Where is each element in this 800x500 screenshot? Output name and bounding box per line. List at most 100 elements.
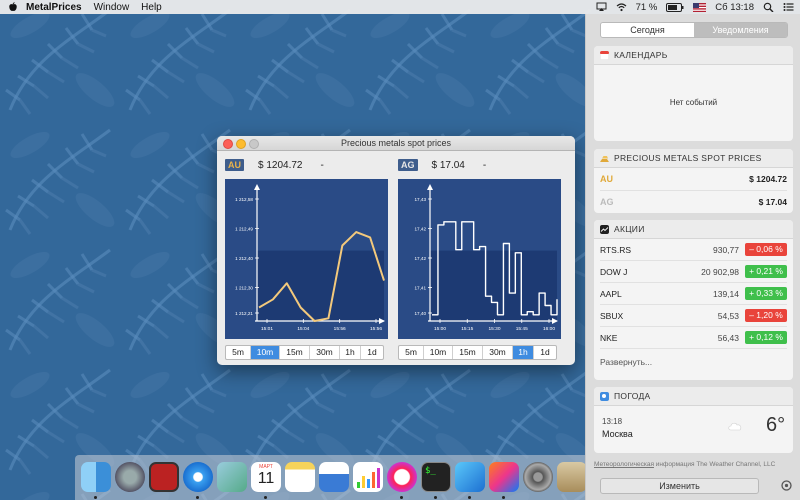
photo-booth-icon[interactable] [149,462,179,492]
calendar-icon[interactable]: МАРТ 11 [251,462,281,492]
script-editor-icon[interactable] [557,462,587,492]
silver-price-chart[interactable]: 17,43 17,42 17,42 17,41 17,40 15:00 15:15 15:30… [398,179,561,339]
calendar-widget-title: КАЛЕНДАРЬ [614,50,668,60]
menu-help[interactable]: Help [141,2,162,13]
weather-widget-header: ПОГОДА [594,387,793,406]
stock-row-dowj[interactable]: DOW J 20 902,98 + 0,21 % [600,261,787,283]
stocks-list: RTS.RS 930,77 – 0,06 % DOW J 20 902,98 + 0,21… [594,239,793,349]
metal-symbol: AU [600,174,613,184]
stock-symbol: DOW J [600,266,628,277]
calendar-icon-day: 11 [257,470,275,487]
itunes-icon[interactable] [387,462,417,492]
edit-widgets-button[interactable]: Изменить [600,478,759,494]
au-timeframe-5m[interactable]: 5m [226,346,251,359]
menu-window[interactable]: Window [94,2,130,13]
no-events-text: Нет событий [669,98,718,107]
metal-symbol: AG [600,197,614,207]
au-y-tick-label: 1 212,21 [235,311,253,316]
stock-row-sbux[interactable]: SBUX 54,53 – 1,20 % [600,305,787,327]
preview-icon[interactable] [217,462,247,492]
ag-timeframe-1d[interactable]: 1d [534,346,556,359]
notification-center-tabs: Сегодня Уведомления [600,22,788,38]
ag-x-tick-label: 16:00 [543,326,555,332]
au-timeframe-10m[interactable]: 10m [251,346,280,359]
finder-icon[interactable] [81,462,111,492]
calendar-widget-header: КАЛЕНДАРЬ [594,46,793,65]
numbers-icon-bar [362,476,365,488]
tab-today[interactable]: Сегодня [601,23,694,37]
ag-timeframe-10m[interactable]: 10m [424,346,453,359]
au-timeframe-15m[interactable]: 15m [280,346,310,359]
airplay-icon[interactable] [596,2,607,12]
notification-settings-gear-icon[interactable] [781,480,792,491]
ag-timeframe-30m[interactable]: 30m [483,346,513,359]
au-x-tick-label: 15:01 [261,326,273,332]
stock-symbol: RTS.RS [600,244,632,255]
ag-timeframe-5m[interactable]: 5m [399,346,424,359]
system-preferences-icon[interactable] [523,462,553,492]
au-timeframe-1h[interactable]: 1h [340,346,361,359]
ag-chart-lower-band [430,250,557,321]
stock-row-rtsrs[interactable]: RTS.RS 930,77 – 0,06 % [600,239,787,261]
metals-widget: PRECIOUS METALS SPOT PRICES AU $ 1204.72 A… [594,149,793,213]
au-y-tick-label: 1 212,58 [235,197,253,202]
stock-change-badge[interactable]: + 0,21 % [745,265,787,278]
gold-price-chart[interactable]: 1 212,58 1 212,49 1 212,40 1 212,30 1 212,21… [225,179,388,339]
metal-row-ag[interactable]: AG $ 17.04 [600,191,787,213]
numbers-icon-bar [367,479,370,488]
au-timeframe-30m[interactable]: 30m [310,346,340,359]
us-flag-icon[interactable] [693,2,707,12]
terminal-icon[interactable]: $_ [421,462,451,492]
weather-moscow-row[interactable]: 13:18 Москва 6° [594,409,793,449]
stock-change-badge[interactable]: – 0,06 % [745,243,787,256]
weather-attribution-link[interactable]: Метеорологическая [594,461,654,468]
stock-price: 56,43 [717,332,739,343]
notes-icon[interactable] [285,462,315,492]
tab-notifications[interactable]: Уведомления [694,23,787,37]
ag-timeframe-15m[interactable]: 15m [453,346,483,359]
xcode-icon[interactable] [455,462,485,492]
running-app-indicator [434,496,437,499]
launchpad-icon[interactable] [115,462,145,492]
intellij-icon[interactable] [489,462,519,492]
safari-icon[interactable] [183,462,213,492]
weather-widget-title: ПОГОДА [614,391,651,401]
ag-y-tick-label: 17,43 [415,197,427,202]
stock-price: 139,14 [713,288,739,299]
metal-price: $ 17.04 [758,197,787,207]
stocks-expand-link[interactable]: Развернуть... [600,357,787,367]
spotlight-search-icon[interactable] [763,2,774,12]
stock-symbol: AAPL [600,288,622,299]
notification-center-icon[interactable] [783,2,794,12]
keynote-icon[interactable] [319,462,349,492]
silver-timeframe-selector: 5m 10m 15m 30m 1h 1d [398,345,557,360]
au-x-tick-label: 15:56 [334,326,346,332]
running-app-indicator [502,496,505,499]
numbers-icon-bar [372,472,375,488]
stocks-widget-header: АКЦИИ [594,220,793,239]
window-titlebar[interactable]: Precious metals spot prices [217,136,575,151]
metal-row-au[interactable]: AU $ 1204.72 [600,168,787,191]
stock-row-nke[interactable]: NKE 56,43 + 0,12 % [600,327,787,349]
menu-app-name[interactable]: MetalPrices [26,2,82,13]
terminal-prompt-glyph: $_ [425,466,436,476]
ag-timeframe-1h[interactable]: 1h [513,346,534,359]
wifi-icon[interactable] [616,2,627,12]
ag-x-tick-label: 15:00 [434,326,446,332]
metal-prices-window: Precious metals spot prices AU $ 1204.72… [217,136,575,365]
battery-icon[interactable] [666,2,684,12]
menubar-clock[interactable]: Сб 13:18 [715,2,754,13]
stock-change-badge[interactable]: + 0,33 % [745,287,787,300]
numbers-icon[interactable] [353,462,383,492]
apple-menu-icon[interactable] [8,2,18,12]
notification-center: Сегодня Уведомления КАЛЕНДАРЬ Нет событи… [585,14,800,500]
stock-change-badge[interactable]: + 0,12 % [745,331,787,344]
weather-icon [600,391,609,401]
au-timeframe-1d[interactable]: 1d [361,346,383,359]
au-y-tick-label: 1 212,49 [235,227,253,232]
stock-change-badge[interactable]: – 1,20 % [745,309,787,322]
weather-attribution: Метеорологическая информация The Weather… [594,461,793,469]
stock-row-aapl[interactable]: AAPL 139,14 + 0,33 % [600,283,787,305]
weather-widget: ПОГОДА 13:18 Москва 6° [594,387,793,453]
silver-header: AG $ 17.04 - [398,158,486,172]
